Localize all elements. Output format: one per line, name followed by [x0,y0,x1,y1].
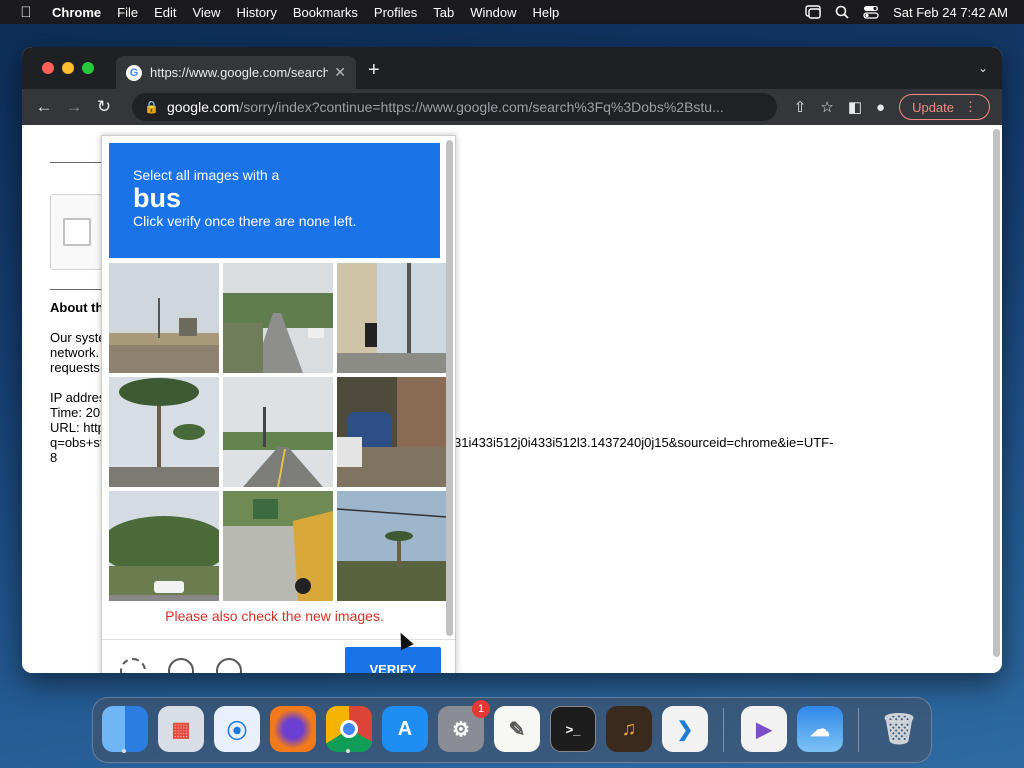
menu-bar:  Chrome File Edit View History Bookmark… [0,0,1024,24]
info-line-2: network. [50,345,100,360]
help-info-icon[interactable] [216,658,242,673]
captcha-instruction-bottom: Click verify once there are none left. [133,213,357,229]
minimize-window-button[interactable] [62,62,74,74]
info-line-1: Our syste [50,330,106,345]
chrome-window: G https://www.google.com/search ✕ + ⌄ ← … [22,47,1002,673]
menu-view[interactable]: View [184,5,228,20]
captcha-image-grid [109,263,447,601]
spotlight-search-icon[interactable] [835,5,849,19]
captcha-tile-3[interactable] [337,263,447,373]
dock-separator-2 [858,708,859,752]
more-menu-icon: ⋮ [964,99,977,114]
terminal-icon[interactable]: >_ [550,706,596,752]
weather-icon[interactable]: ☁ [797,706,843,752]
running-indicator [346,749,350,753]
app-store-icon[interactable]: A [382,706,428,752]
url-line: URL: http [50,420,105,435]
menu-window[interactable]: Window [462,5,524,20]
profile-avatar-icon[interactable]: ● [876,99,885,116]
bookmark-star-icon[interactable]: ☆ [820,98,833,116]
share-icon[interactable]: ⇧ [794,98,807,116]
captcha-tile-6[interactable] [337,377,447,487]
visual-studio-icon[interactable]: ▶ [741,706,787,752]
safari-icon[interactable]: ⦿ [214,706,260,752]
firefox-icon[interactable] [270,706,316,752]
vscode-icon[interactable]: ❯ [662,706,708,752]
time-line: Time: 20 [50,405,101,420]
trash-icon[interactable]: 🗑 [876,706,922,752]
window-controls [42,62,94,74]
forward-button[interactable]: → [59,97,89,117]
new-tab-button[interactable]: + [368,59,380,82]
reload-button[interactable]: ↻ [89,97,119,117]
url-host: google.com [166,99,240,115]
control-center-icon[interactable] [863,5,879,19]
captcha-tile-5[interactable] [223,377,333,487]
update-button[interactable]: Update ⋮ [899,94,990,120]
screen-mirror-icon[interactable] [805,5,821,19]
page-scrollbar[interactable] [993,129,1000,657]
launchpad-icon[interactable]: ▦ [158,706,204,752]
menu-history[interactable]: History [228,5,284,20]
running-indicator [122,749,126,753]
captcha-header: Select all images with a bus Click verif… [109,143,440,258]
audio-challenge-icon[interactable] [168,658,194,673]
close-tab-icon[interactable]: ✕ [334,64,346,81]
url-line-3: 8 [50,450,58,465]
menu-tab[interactable]: Tab [425,5,462,20]
url-path: /sorry/index?continue=https://www.google… [239,99,724,115]
captcha-tile-4[interactable] [109,377,219,487]
tab-search-chevron-icon[interactable]: ⌄ [978,61,988,75]
captcha-tile-1[interactable] [109,263,219,373]
url-line-2: q=obs+st [50,435,104,450]
garageband-icon[interactable]: ♫ [606,706,652,752]
back-button[interactable]: ← [29,97,59,117]
captcha-tile-2[interactable] [223,263,333,373]
tab-google-sorry[interactable]: G https://www.google.com/search ✕ [116,56,356,89]
captcha-tile-8[interactable] [223,491,333,601]
tab-strip: G https://www.google.com/search ✕ + ⌄ [22,47,1002,89]
chrome-icon[interactable] [326,706,372,753]
verify-button[interactable]: VERIFY [345,647,441,673]
menu-edit[interactable]: Edit [146,5,184,20]
lock-icon[interactable]: 🔒 [144,100,159,114]
textedit-icon[interactable]: ✎ [494,706,540,752]
menu-profiles[interactable]: Profiles [366,5,425,20]
close-window-button[interactable] [42,62,54,74]
dock-separator [723,708,724,752]
zoom-window-button[interactable] [82,62,94,74]
menu-app-name[interactable]: Chrome [52,5,109,20]
notification-badge: 1 [472,700,490,718]
ip-address-line: IP addres [50,390,106,405]
menu-file[interactable]: File [109,5,146,20]
reload-challenge-icon[interactable] [120,658,146,673]
apple-menu-icon[interactable]:  [0,4,52,21]
google-favicon-icon: G [126,64,142,81]
captcha-challenge: Select all images with a bus Click verif… [101,135,456,673]
finder-icon[interactable] [102,706,148,753]
system-settings-icon[interactable]: ⚙ 1 [438,700,490,752]
info-line-3: requests [50,360,100,375]
page-content: About th Our syste network. requests IP … [22,125,1002,673]
url-tail-text: 31i433i512j0i433i512l3.1437240j0j15&sour… [454,435,834,450]
captcha-instruction-top: Select all images with a [133,167,280,183]
tab-title: https://www.google.com/search [150,65,329,80]
recaptcha-checkbox[interactable] [63,218,91,246]
captcha-tile-9[interactable] [337,491,447,601]
dock: ▦ ⦿ A ⚙ 1 ✎ >_ ♫ ❯ ▶ ☁ 🗑 [92,697,932,763]
menu-clock[interactable]: Sat Feb 24 7:42 AM [893,5,1008,20]
captcha-tile-7[interactable] [109,491,219,601]
captcha-scrollbar[interactable] [446,140,453,636]
captcha-warning: Please also check the new images. [165,608,384,624]
side-panel-icon[interactable]: ◧ [848,98,862,116]
about-heading: About th [50,300,104,315]
update-label: Update [912,99,954,115]
browser-toolbar: ← → ↻ 🔒 google.com/sorry/index?continue=… [22,89,1002,125]
captcha-target-word: bus [133,183,182,213]
address-bar[interactable]: 🔒 google.com/sorry/index?continue=https:… [132,93,777,121]
menu-bookmarks[interactable]: Bookmarks [285,5,366,20]
menu-help[interactable]: Help [525,5,568,20]
